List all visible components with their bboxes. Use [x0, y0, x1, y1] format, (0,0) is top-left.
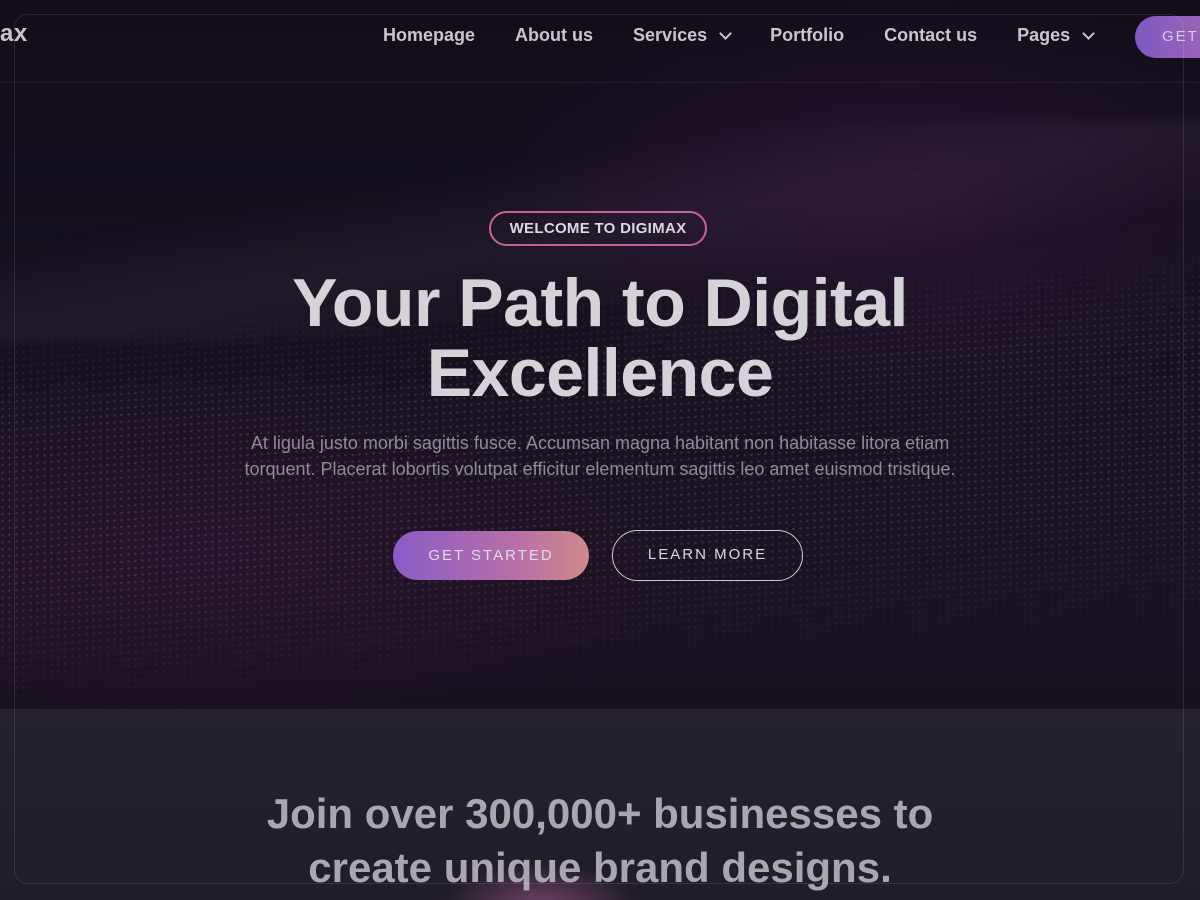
- top-navigation: ax Homepage About us Services Portfolio …: [0, 0, 1200, 83]
- nav-item-services[interactable]: Services: [633, 25, 732, 46]
- get-started-button[interactable]: GET STARTED: [393, 531, 589, 580]
- chevron-down-icon: [719, 26, 732, 40]
- logo[interactable]: ax: [0, 20, 28, 48]
- businesses-section: Join over 300,000+ businesses to create …: [0, 709, 1200, 900]
- section-title-line-1: Join over 300,000+ businesses to: [266, 790, 934, 837]
- nav-item-about-us[interactable]: About us: [515, 25, 593, 46]
- nav-item-label: Contact us: [884, 25, 978, 45]
- nav-links: Homepage About us Services Portfolio Con…: [383, 25, 1133, 46]
- chevron-down-icon: [1082, 26, 1096, 40]
- hero-description: At ligula justo morbi sagittis fusce. Ac…: [244, 433, 956, 479]
- learn-more-button[interactable]: LEARN MORE: [612, 530, 803, 581]
- nav-item-portfolio[interactable]: Portfolio: [770, 25, 844, 46]
- nav-item-pages[interactable]: Pages: [1017, 25, 1096, 46]
- section-title: Join over 300,000+ businesses to create …: [200, 787, 1000, 895]
- nav-item-label: Pages: [1017, 25, 1071, 45]
- hero-title-line-2: Excellence: [426, 335, 774, 411]
- welcome-badge: WELCOME TO DIGIMAX: [489, 211, 707, 246]
- nav-item-label: Services: [633, 25, 708, 45]
- section-title-line-2: create unique brand designs.: [308, 844, 892, 891]
- page: ax Homepage About us Services Portfolio …: [0, 0, 1200, 900]
- nav-item-contact-us[interactable]: Contact us: [884, 25, 977, 46]
- nav-item-label: Homepage: [383, 25, 476, 45]
- nav-get-started-button[interactable]: GET: [1135, 16, 1200, 58]
- nav-item-label: About us: [515, 25, 594, 45]
- hero-title: Your Path to Digital Excellence: [200, 268, 1000, 408]
- hero-title-line-1: Your Path to Digital: [292, 265, 908, 341]
- nav-item-label: Portfolio: [770, 25, 845, 45]
- nav-item-homepage[interactable]: Homepage: [383, 25, 475, 46]
